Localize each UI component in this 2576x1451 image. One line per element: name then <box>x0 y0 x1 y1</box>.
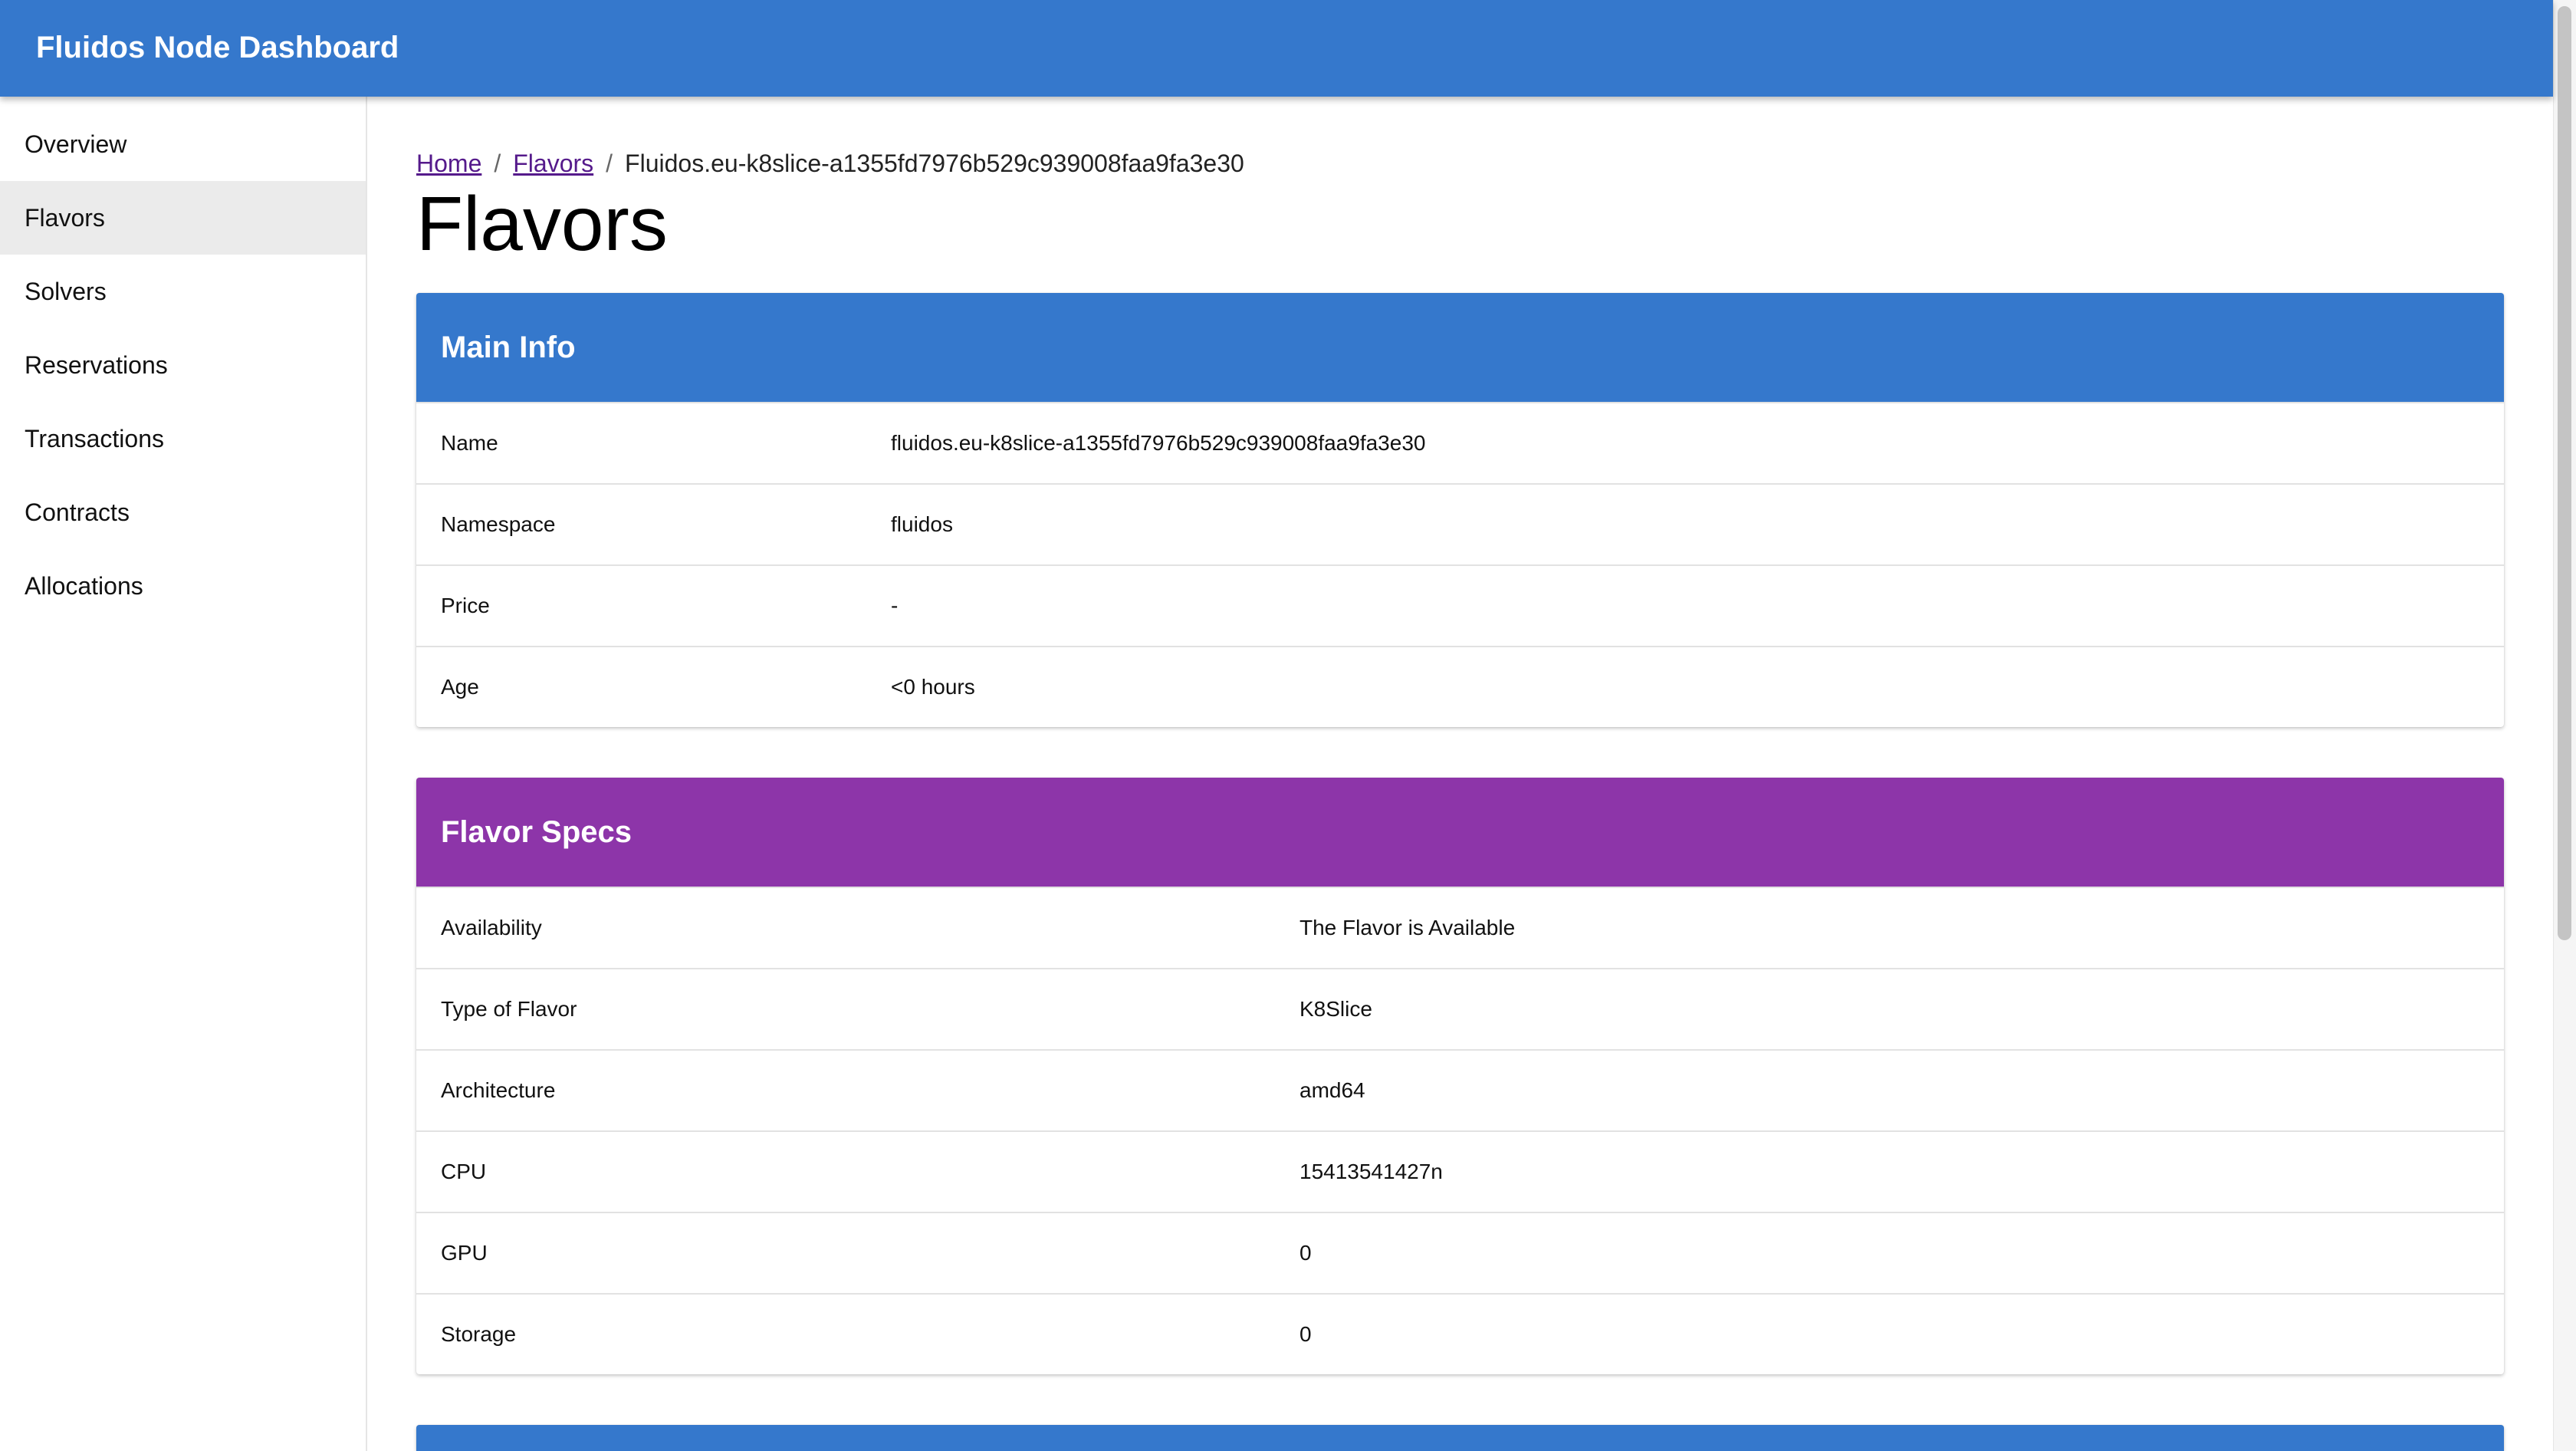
info-row-price: Price - <box>416 564 2504 646</box>
sidebar-item-allocations[interactable]: Allocations <box>0 549 366 623</box>
spec-row-architecture: Architecture amd64 <box>416 1049 2504 1130</box>
main-info-header: Main Info <box>416 293 2504 402</box>
info-key: Age <box>441 675 479 699</box>
info-key: Namespace <box>441 512 556 536</box>
sidebar-item-overview[interactable]: Overview <box>0 107 366 181</box>
breadcrumb-current: Fluidos.eu-k8slice-a1355fd7976b529c93900… <box>625 150 1244 177</box>
main-info-card: Main Info Name fluidos.eu-k8slice-a1355f… <box>416 293 2504 727</box>
breadcrumb-separator: / <box>606 150 613 177</box>
scrollbar-thumb[interactable] <box>2558 6 2571 940</box>
breadcrumb-home-link[interactable]: Home <box>416 150 481 177</box>
info-row-age: Age <0 hours <box>416 646 2504 727</box>
sidebar-item-contracts[interactable]: Contracts <box>0 475 366 549</box>
next-card-header <box>416 1425 2504 1451</box>
breadcrumb-separator: / <box>494 150 501 177</box>
spec-row-cpu: CPU 15413541427n <box>416 1130 2504 1212</box>
spec-key: Storage <box>441 1322 517 1346</box>
sidebar: Overview Flavors Solvers Reservations Tr… <box>0 97 367 1451</box>
spec-row-storage: Storage 0 <box>416 1293 2504 1374</box>
info-value: fluidos.eu-k8slice-a1355fd7976b529c93900… <box>891 431 1426 455</box>
sidebar-item-transactions[interactable]: Transactions <box>0 402 366 475</box>
spec-row-availability: Availability The Flavor is Available <box>416 887 2504 968</box>
flavor-specs-card: Flavor Specs Availability The Flavor is … <box>416 778 2504 1374</box>
info-row-name: Name fluidos.eu-k8slice-a1355fd7976b529c… <box>416 402 2504 483</box>
breadcrumb-flavors-link[interactable]: Flavors <box>513 150 593 177</box>
app-title: Fluidos Node Dashboard <box>36 31 399 64</box>
spec-value: 15413541427n <box>1300 1160 1443 1183</box>
info-row-namespace: Namespace fluidos <box>416 483 2504 564</box>
info-value: fluidos <box>891 512 953 536</box>
info-key: Price <box>441 594 490 617</box>
sidebar-item-solvers[interactable]: Solvers <box>0 255 366 328</box>
spec-value: 0 <box>1300 1322 1312 1346</box>
spec-row-gpu: GPU 0 <box>416 1212 2504 1293</box>
spec-key: CPU <box>441 1160 487 1183</box>
sidebar-item-flavors[interactable]: Flavors <box>0 181 366 255</box>
page-title: Flavors <box>416 181 668 267</box>
spec-key: GPU <box>441 1241 488 1265</box>
flavor-specs-header: Flavor Specs <box>416 778 2504 887</box>
spec-value: 0 <box>1300 1241 1312 1265</box>
spec-key: Architecture <box>441 1078 556 1102</box>
sidebar-item-reservations[interactable]: Reservations <box>0 328 366 402</box>
spec-value: amd64 <box>1300 1078 1365 1102</box>
spec-key: Type of Flavor <box>441 997 577 1021</box>
spec-key: Availability <box>441 916 542 939</box>
info-key: Name <box>441 431 498 455</box>
app-bar: Fluidos Node Dashboard <box>0 0 2553 97</box>
info-value: - <box>891 594 899 617</box>
spec-row-type: Type of Flavor K8Slice <box>416 968 2504 1049</box>
breadcrumb: Home / Flavors / Fluidos.eu-k8slice-a1355fd7… <box>416 146 1244 181</box>
spec-value: K8Slice <box>1300 997 1372 1021</box>
spec-value: The Flavor is Available <box>1300 916 1516 939</box>
info-value: <0 hours <box>891 675 975 699</box>
